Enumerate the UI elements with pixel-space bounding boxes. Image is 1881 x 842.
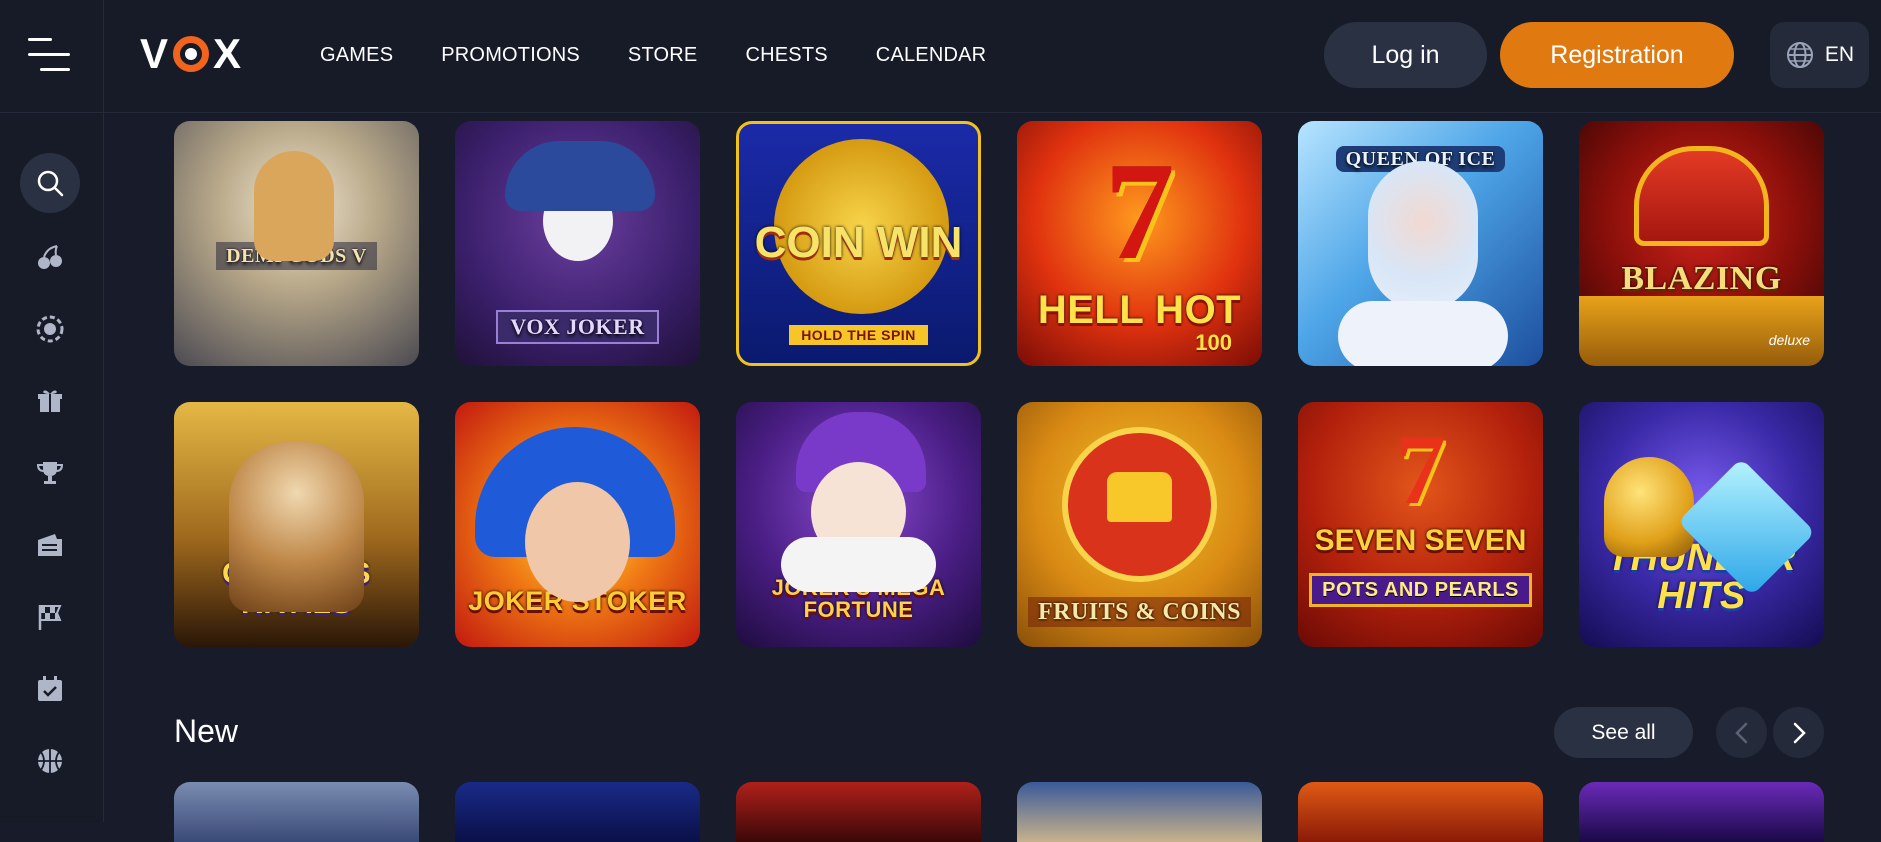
sidebar-item-tournaments[interactable] bbox=[20, 443, 80, 503]
prev-button[interactable] bbox=[1716, 707, 1767, 758]
game-tile[interactable]: OLYMPUS RIVALS bbox=[174, 402, 419, 647]
gift-icon bbox=[38, 390, 62, 412]
search-icon bbox=[37, 170, 64, 197]
cherries-icon bbox=[38, 245, 62, 269]
sidebar-item-lottery[interactable] bbox=[20, 515, 80, 575]
logo-letter-v: V bbox=[140, 30, 170, 77]
nav-store[interactable]: STORE bbox=[628, 44, 698, 67]
game-subtitle: 100 bbox=[1195, 330, 1232, 355]
language-selector[interactable]: EN bbox=[1770, 22, 1869, 88]
header-divider bbox=[103, 0, 104, 113]
main-nav: GAMES PROMOTIONS STORE CHESTS CALENDAR bbox=[320, 44, 986, 67]
sidebar-item-live-casino[interactable] bbox=[20, 299, 80, 359]
game-subtitle: deluxe bbox=[1768, 332, 1810, 348]
sidebar-item-slots[interactable] bbox=[20, 227, 80, 287]
game-tile[interactable] bbox=[1298, 782, 1543, 842]
logo-letter-x: X bbox=[213, 30, 243, 77]
nav-calendar[interactable]: CALENDAR bbox=[876, 44, 987, 67]
calendar-icon bbox=[38, 676, 62, 701]
game-tile[interactable]: BLAZING CROWN deluxe bbox=[1579, 121, 1824, 366]
ticket-icon bbox=[38, 534, 62, 556]
chevron-right-icon bbox=[1793, 722, 1806, 743]
game-tile[interactable]: COIN WIN HOLD THE SPIN bbox=[736, 121, 981, 366]
game-tile[interactable]: JOKER'S MEGA FORTUNE bbox=[736, 402, 981, 647]
logo-chip-o bbox=[173, 36, 210, 72]
sidebar-item-calendar[interactable] bbox=[20, 659, 80, 719]
seven-symbol: 7 bbox=[1395, 414, 1446, 525]
nav-chests[interactable]: CHESTS bbox=[745, 44, 827, 67]
chip-icon bbox=[36, 315, 64, 343]
flag-icon bbox=[38, 605, 62, 630]
game-tile[interactable] bbox=[1579, 782, 1824, 842]
globe-icon bbox=[1786, 42, 1813, 68]
nav-promotions[interactable]: PROMOTIONS bbox=[441, 44, 580, 67]
game-tile[interactable]: DEMI GODS V bbox=[174, 121, 419, 366]
game-title: SEVEN SEVEN bbox=[1314, 524, 1527, 557]
game-tile[interactable] bbox=[736, 782, 981, 842]
game-title: COIN WIN bbox=[754, 218, 963, 267]
trophy-icon bbox=[36, 462, 64, 484]
game-title: VOX JOKER bbox=[496, 310, 659, 344]
game-tile[interactable] bbox=[455, 782, 700, 842]
game-tile[interactable]: THUNDER HITS bbox=[1579, 402, 1824, 647]
game-tile[interactable]: 7 HELL HOT 100 bbox=[1017, 121, 1262, 366]
sidebar bbox=[0, 113, 104, 822]
game-tile[interactable] bbox=[174, 782, 419, 842]
game-tile[interactable]: QUEEN OF ICE bbox=[1298, 121, 1543, 366]
language-label: EN bbox=[1824, 43, 1855, 66]
sidebar-item-bonuses[interactable] bbox=[20, 371, 80, 431]
game-tile[interactable]: VOX JOKER bbox=[455, 121, 700, 366]
game-title: FRUITS & COINS bbox=[1027, 597, 1252, 627]
seven-symbol: 7 bbox=[1104, 134, 1175, 289]
game-subtitle: HOLD THE SPIN bbox=[789, 325, 928, 345]
vox-logo[interactable]: VX bbox=[140, 30, 243, 77]
login-button[interactable]: Log in bbox=[1324, 22, 1487, 88]
registration-button[interactable]: Registration bbox=[1500, 22, 1734, 88]
chevron-left-icon bbox=[1734, 722, 1747, 743]
sidebar-item-races[interactable] bbox=[20, 587, 80, 647]
menu-icon[interactable] bbox=[28, 36, 72, 76]
section-title-new: New bbox=[174, 713, 239, 749]
nav-games[interactable]: GAMES bbox=[320, 44, 393, 67]
see-all-button[interactable]: See all bbox=[1554, 707, 1693, 758]
next-button[interactable] bbox=[1773, 707, 1824, 758]
search-button[interactable] bbox=[20, 153, 80, 213]
game-tile[interactable] bbox=[1017, 782, 1262, 842]
game-tile[interactable]: FRUITS & COINS bbox=[1017, 402, 1262, 647]
top-header: VX GAMES PROMOTIONS STORE CHESTS CALENDA… bbox=[0, 0, 1881, 113]
game-subtitle: POTS AND PEARLS bbox=[1309, 573, 1532, 607]
sidebar-item-sports[interactable] bbox=[20, 731, 80, 791]
game-tile[interactable]: 7 SEVEN SEVEN POTS AND PEARLS bbox=[1298, 402, 1543, 647]
basketball-icon bbox=[38, 749, 62, 773]
game-tile[interactable]: JOKER STOKER bbox=[455, 402, 700, 647]
